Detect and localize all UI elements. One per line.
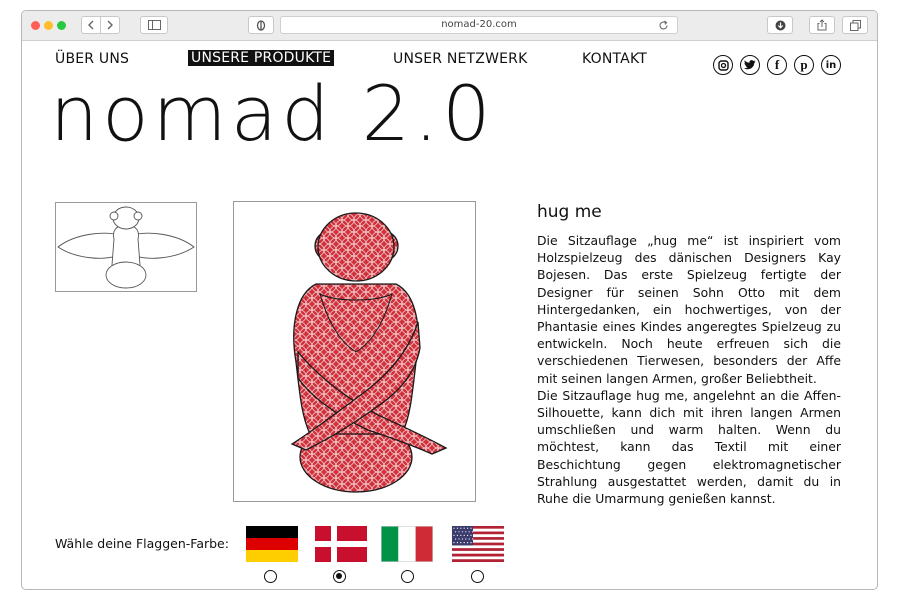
sidebar-icon bbox=[147, 20, 161, 30]
minimize-window-button[interactable] bbox=[44, 21, 53, 30]
flag-radio-usa[interactable] bbox=[471, 570, 484, 583]
close-window-button[interactable] bbox=[31, 21, 40, 30]
facebook-icon[interactable]: f bbox=[767, 55, 787, 75]
chevron-left-icon bbox=[88, 20, 94, 30]
url-text: nomad-20.com bbox=[441, 19, 517, 30]
description-paragraph-1: Die Sitzauflage „hug me“ ist inspiriert … bbox=[537, 233, 841, 386]
product-description: Die Sitzauflage „hug me“ ist inspiriert … bbox=[537, 232, 841, 507]
chevron-right-icon bbox=[107, 20, 113, 30]
flag-color-label: Wähle deine Flaggen-Farbe: bbox=[55, 536, 229, 551]
back-button[interactable] bbox=[81, 16, 101, 34]
product-thumbnail[interactable] bbox=[55, 202, 197, 292]
linkedin-icon[interactable]: in bbox=[821, 55, 841, 75]
outline-icon bbox=[57, 206, 195, 289]
share-icon bbox=[817, 19, 827, 31]
instagram-icon[interactable] bbox=[713, 55, 733, 75]
flag-italy[interactable] bbox=[381, 526, 433, 562]
sidebar-toggle-button[interactable] bbox=[140, 16, 168, 34]
flag-usa[interactable] bbox=[452, 526, 504, 562]
downloads-button[interactable] bbox=[767, 16, 793, 34]
flag-radio-germany[interactable] bbox=[264, 570, 277, 583]
twitter-icon[interactable] bbox=[740, 55, 760, 75]
hug-me-cushion-image bbox=[290, 212, 448, 493]
site-logo[interactable]: nomad 2.0 bbox=[50, 76, 495, 152]
reload-icon[interactable] bbox=[658, 20, 669, 31]
product-image bbox=[233, 201, 476, 502]
tabs-overview-button[interactable] bbox=[842, 16, 868, 34]
nav-kontakt[interactable]: KONTAKT bbox=[582, 51, 647, 67]
product-title: hug me bbox=[537, 202, 602, 222]
flag-germany[interactable] bbox=[246, 526, 298, 562]
forward-button[interactable] bbox=[100, 16, 120, 34]
shield-icon bbox=[256, 19, 266, 31]
flag-denmark[interactable] bbox=[315, 526, 367, 562]
browser-toolbar: nomad-20.com bbox=[22, 11, 877, 41]
download-icon bbox=[775, 20, 785, 30]
zoom-window-button[interactable] bbox=[57, 21, 66, 30]
tabs-icon bbox=[849, 19, 861, 31]
nav-unsere-produkte[interactable]: UNSERE PRODUKTE bbox=[188, 50, 335, 66]
privacy-button[interactable] bbox=[248, 16, 274, 34]
flag-radio-denmark[interactable] bbox=[333, 570, 346, 583]
address-bar[interactable]: nomad-20.com bbox=[280, 16, 678, 34]
nav-unser-netzwerk[interactable]: UNSER NETZWERK bbox=[393, 51, 528, 67]
share-button[interactable] bbox=[809, 16, 835, 34]
pinterest-icon[interactable]: p bbox=[794, 55, 814, 75]
nav-ueber-uns[interactable]: ÜBER UNS bbox=[55, 51, 129, 67]
flag-radio-italy[interactable] bbox=[401, 570, 414, 583]
description-paragraph-2: Die Sitzauflage hug me, angelehnt an die… bbox=[537, 387, 841, 507]
